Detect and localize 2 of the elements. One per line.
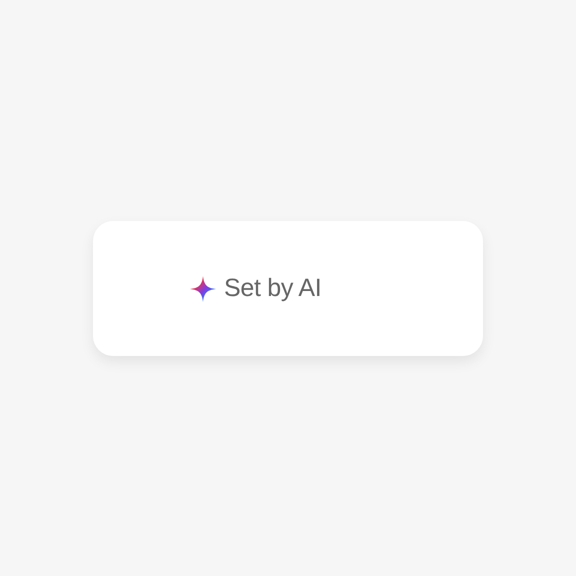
ai-label: Set by AI [224,272,322,304]
sparkle-icon [190,276,216,302]
